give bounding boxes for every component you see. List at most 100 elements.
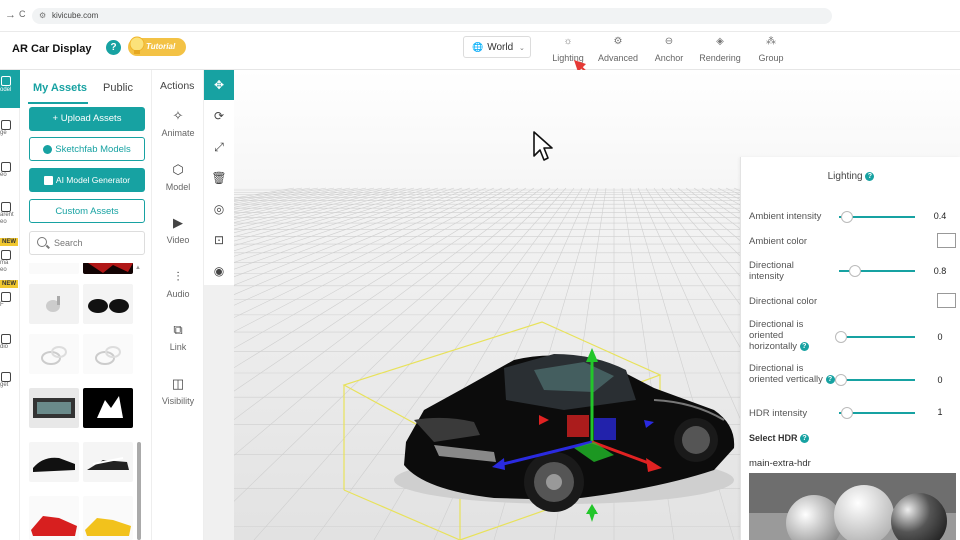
rail-item-chroma-video[interactable]: ma eo xyxy=(0,250,20,274)
lighting-title-text: Lighting xyxy=(827,171,863,182)
asset-preview xyxy=(29,496,79,540)
tab-my-assets[interactable]: My Assets xyxy=(33,82,87,94)
scrollbar-thumb[interactable] xyxy=(137,442,141,540)
ai-cube-icon xyxy=(43,175,53,185)
action-animate[interactable]: ✧ Animate xyxy=(152,108,204,138)
action-video[interactable]: ▶ Video xyxy=(152,215,204,245)
slider-knob[interactable] xyxy=(835,374,847,386)
asset-search-input[interactable]: Search xyxy=(29,231,145,255)
actions-panel: Actions ✧ Animate ⬡ Model ▶ Video ⫶ Audio ⧉ L… xyxy=(152,70,204,540)
scale-tool-icon[interactable]: ⤢ xyxy=(204,132,234,162)
asset-thumbnail[interactable] xyxy=(29,284,79,324)
asset-thumbnail[interactable] xyxy=(29,334,79,374)
visibility-icon: ◫ xyxy=(171,376,185,391)
help-icon[interactable]: ? xyxy=(799,341,809,351)
world-select[interactable]: 🌐 World ⌄ xyxy=(463,36,531,58)
help-icon[interactable]: ? xyxy=(825,374,835,384)
rail-item-model[interactable]: odel xyxy=(0,70,20,108)
slider-knob[interactable] xyxy=(849,265,861,277)
help-icon[interactable]: ? xyxy=(865,171,875,181)
help-button[interactable]: ? xyxy=(106,40,121,55)
asset-thumbnail[interactable] xyxy=(29,442,79,482)
rail-label: dio xyxy=(0,344,9,350)
rail-item-transparent-video[interactable]: arent eo xyxy=(0,202,20,226)
tool-rendering[interactable]: ◈ Rendering xyxy=(698,35,742,63)
asset-thumbnail[interactable] xyxy=(83,284,133,324)
action-model[interactable]: ⬡ Model xyxy=(152,162,204,192)
directional-intensity-label: Directional intensity xyxy=(749,260,794,282)
directional-vertical-value[interactable]: 0 xyxy=(925,375,955,385)
asset-thumbnail[interactable] xyxy=(83,262,133,274)
lighting-title: Lighting ? xyxy=(741,171,960,182)
action-link[interactable]: ⧉ Link xyxy=(152,322,204,352)
hdr-intensity-slider[interactable] xyxy=(839,407,915,419)
rail-item-gif[interactable]: F xyxy=(0,292,20,308)
slider-knob[interactable] xyxy=(841,211,853,223)
asset-thumbnail[interactable] xyxy=(83,496,133,540)
asset-thumbnail[interactable] xyxy=(29,262,79,274)
asset-thumbnail[interactable] xyxy=(83,388,133,428)
directional-intensity-value[interactable]: 0.8 xyxy=(925,266,955,276)
tab-public[interactable]: Public xyxy=(103,82,133,94)
cube-icon xyxy=(1,76,11,86)
scroll-up-arrow[interactable]: ▲ xyxy=(135,265,141,271)
viewport-margin xyxy=(204,285,234,540)
asset-thumbnail[interactable] xyxy=(29,496,79,540)
slider-knob[interactable] xyxy=(841,407,853,419)
action-label: Video xyxy=(166,235,190,245)
directional-horizontal-slider[interactable] xyxy=(835,331,915,343)
hdr-intensity-value[interactable]: 1 xyxy=(925,407,955,417)
directional-horizontal-value[interactable]: 0 xyxy=(925,332,955,342)
hdr-preview[interactable] xyxy=(749,473,956,540)
action-label: Visibility xyxy=(161,396,195,406)
tool-group[interactable]: ⁂ Group xyxy=(755,35,787,63)
focus-icon[interactable]: ◎ xyxy=(204,194,234,224)
rail-item-widget[interactable]: get xyxy=(0,372,20,388)
directional-color-swatch[interactable] xyxy=(937,293,956,308)
eye-icon[interactable]: ◉ xyxy=(204,256,234,286)
move-tool-icon[interactable]: ✥ xyxy=(204,70,234,100)
reload-button[interactable]: C xyxy=(19,9,26,19)
action-visibility[interactable]: ◫ Visibility xyxy=(152,376,204,406)
mouse-cursor-icon xyxy=(533,131,553,161)
ai-generator-label: AI Model Generator xyxy=(55,175,131,185)
slider-knob[interactable] xyxy=(835,331,847,343)
rail-item-video[interactable]: eo xyxy=(0,162,20,178)
help-icon[interactable]: ? xyxy=(800,434,810,444)
asset-thumbnail[interactable] xyxy=(83,334,133,374)
action-label: Model xyxy=(165,182,191,192)
upload-assets-button[interactable]: + Upload Assets xyxy=(29,107,145,131)
asset-thumbnail[interactable] xyxy=(29,388,79,428)
ambient-intensity-slider[interactable] xyxy=(839,211,915,223)
directional-intensity-slider[interactable] xyxy=(839,265,915,277)
tutorial-button[interactable]: Tutorial xyxy=(128,36,186,56)
delete-icon[interactable]: 🗑 xyxy=(204,163,234,193)
gif-icon xyxy=(1,292,11,302)
tool-anchor[interactable]: ⊖ Anchor xyxy=(652,35,686,63)
asset-preview xyxy=(29,388,79,428)
forward-button[interactable]: → xyxy=(5,9,16,21)
group-icon: ⁂ xyxy=(766,36,776,47)
rotate-tool-icon[interactable]: ⟳ xyxy=(204,101,234,131)
sketchfab-models-button[interactable]: Sketchfab Models xyxy=(29,137,145,161)
link-icon: ⧉ xyxy=(173,322,183,337)
anchor-icon: ⊖ xyxy=(664,36,674,47)
hdr-preview-image xyxy=(749,473,956,540)
asset-thumbnail[interactable] xyxy=(83,442,133,482)
directional-vertical-slider[interactable] xyxy=(835,374,915,386)
paint-bucket-icon: ◈ xyxy=(716,36,724,47)
ambient-color-swatch[interactable] xyxy=(937,233,956,248)
sketchfab-label: Sketchfab Models xyxy=(55,144,131,155)
custom-assets-button[interactable]: Custom Assets xyxy=(29,199,145,223)
action-audio[interactable]: ⫶ Audio xyxy=(152,269,204,299)
fit-view-icon[interactable]: ⊡ xyxy=(204,225,234,255)
ambient-intensity-value[interactable]: 0.4 xyxy=(925,211,955,221)
address-bar[interactable]: ⚙ kivicube.com xyxy=(32,8,832,24)
ai-model-generator-button[interactable]: AI Model Generator xyxy=(29,168,145,192)
rail-item-audio[interactable]: dio xyxy=(0,334,20,350)
rail-item-image[interactable]: ge xyxy=(0,120,20,136)
actions-title: Actions xyxy=(160,80,195,92)
site-settings-icon[interactable]: ⚙ xyxy=(39,8,46,24)
tool-rendering-label: Rendering xyxy=(699,53,741,63)
assets-panel: My Assets Public + Upload Assets Sketchf… xyxy=(20,70,152,540)
